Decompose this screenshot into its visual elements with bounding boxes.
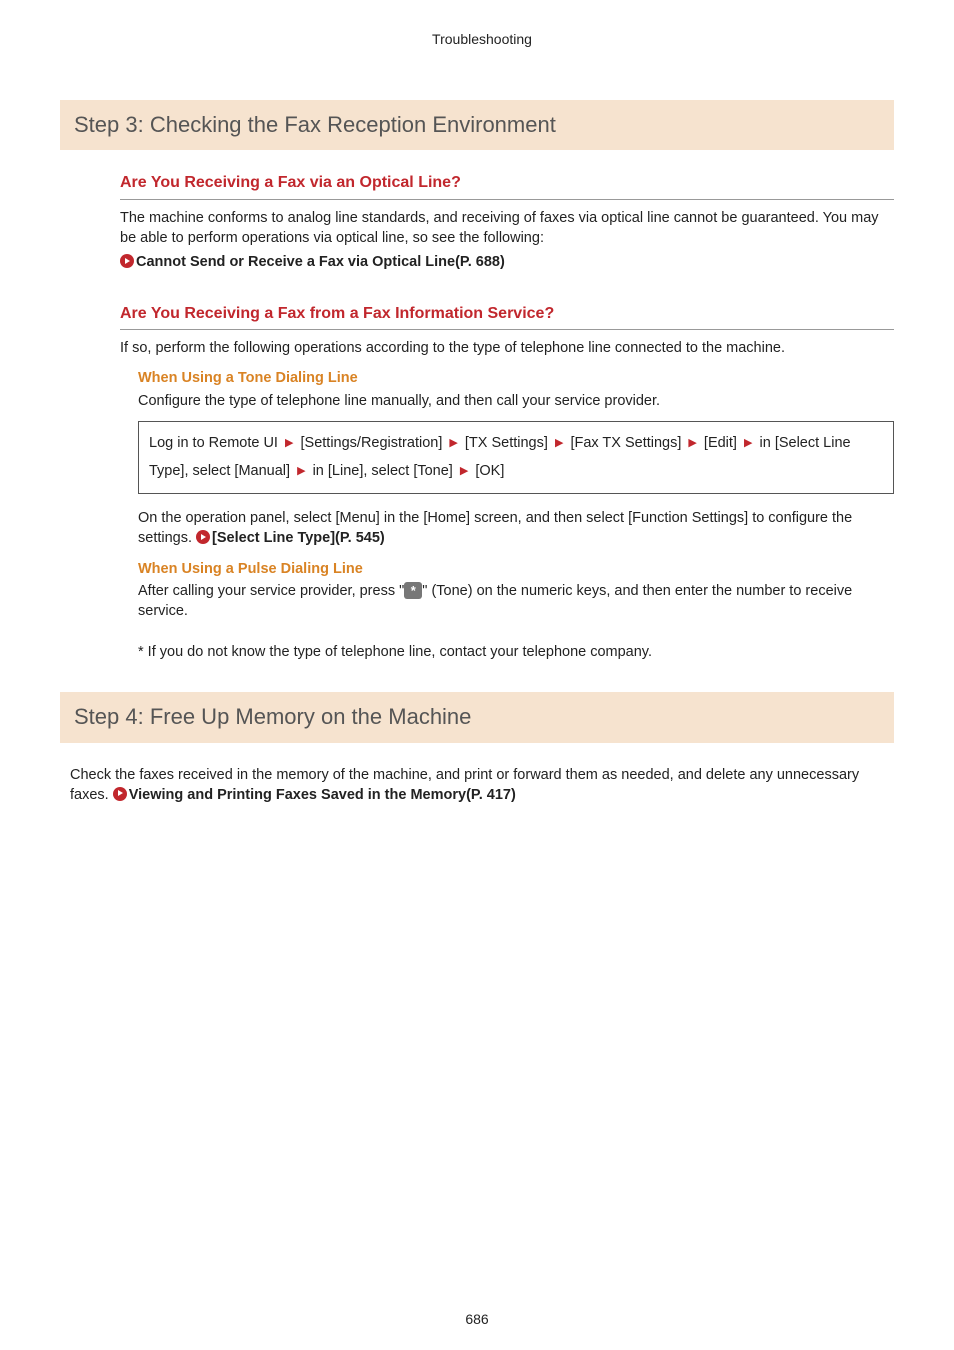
step3-q1-text: The machine conforms to analog line stan…: [120, 208, 894, 249]
step3-q2-text: If so, perform the following operations …: [120, 338, 894, 358]
step3-q2-section: Are You Receiving a Fax from a Fax Infor…: [70, 303, 894, 662]
page-number: 686: [0, 1310, 954, 1330]
step3-q1-heading: Are You Receiving a Fax via an Optical L…: [120, 172, 894, 199]
step3-q1-section: Are You Receiving a Fax via an Optical L…: [70, 172, 894, 272]
arrow-icon: ▶: [744, 437, 752, 449]
step3-title-bar: Step 3: Checking the Fax Reception Envir…: [60, 100, 894, 151]
step4-title-bar: Step 4: Free Up Memory on the Machine: [60, 692, 894, 743]
proc-a: Log in to Remote UI: [149, 435, 278, 451]
tone-p2-link[interactable]: [Select Line Type](P. 545): [212, 530, 385, 546]
arrow-icon: ▶: [297, 465, 305, 477]
play-icon: [196, 530, 210, 544]
asterisk-key-icon: *: [404, 582, 422, 599]
step3-q1-link-line: Cannot Send or Receive a Fax via Optical…: [120, 252, 894, 272]
step3-q1-link[interactable]: Cannot Send or Receive a Fax via Optical…: [136, 254, 505, 270]
arrow-icon: ▶: [449, 437, 457, 449]
proc-g: in [Line], select [Tone]: [313, 463, 453, 479]
tone-p2: On the operation panel, select [Menu] in…: [138, 508, 894, 549]
tone-block: When Using a Tone Dialing Line Configure…: [120, 368, 894, 621]
proc-b: [Settings/Registration]: [301, 435, 443, 451]
step4-link[interactable]: Viewing and Printing Faxes Saved in the …: [129, 787, 516, 803]
proc-c: [TX Settings]: [465, 435, 548, 451]
step3-note: * If you do not know the type of telepho…: [120, 642, 894, 662]
tone-p1: Configure the type of telephone line man…: [138, 391, 894, 411]
proc-e: [Edit]: [704, 435, 737, 451]
doc-section-header: Troubleshooting: [70, 30, 894, 50]
tone-heading: When Using a Tone Dialing Line: [138, 368, 894, 388]
step4-text: Check the faxes received in the memory o…: [70, 765, 894, 806]
proc-d: [Fax TX Settings]: [570, 435, 681, 451]
arrow-icon: ▶: [285, 437, 293, 449]
pulse-heading: When Using a Pulse Dialing Line: [138, 559, 894, 579]
step3-q2-heading: Are You Receiving a Fax from a Fax Infor…: [120, 303, 894, 330]
play-icon: [120, 254, 134, 268]
pulse-p1: After calling your service provider, pre…: [138, 581, 894, 622]
arrow-icon: ▶: [688, 437, 696, 449]
proc-h: [OK]: [475, 463, 504, 479]
play-icon: [113, 787, 127, 801]
arrow-icon: ▶: [460, 465, 468, 477]
arrow-icon: ▶: [555, 437, 563, 449]
pulse-p1a: After calling your service provider, pre…: [138, 583, 404, 599]
procedure-box: Log in to Remote UI ▶ [Settings/Registra…: [138, 421, 894, 494]
